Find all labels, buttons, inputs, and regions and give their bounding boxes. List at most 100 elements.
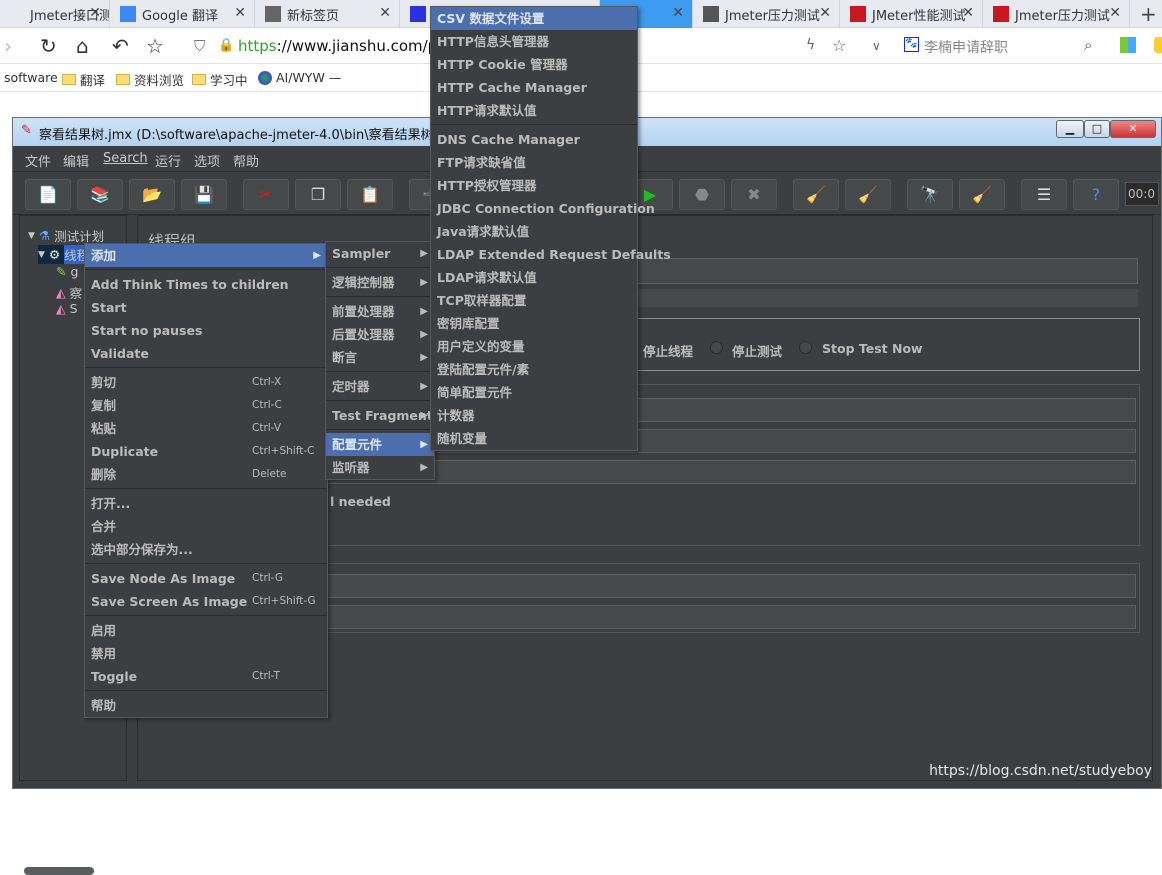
menu-item[interactable]: 合并: [85, 515, 327, 538]
tab-close-icon[interactable]: ✕: [89, 5, 101, 21]
menu-item[interactable]: HTTP授权管理器: [431, 174, 637, 197]
menu-item[interactable]: 监听器 ▶: [326, 456, 434, 479]
expand-arrow-icon[interactable]: ▼: [28, 231, 35, 241]
clear-button[interactable]: 🧹: [793, 179, 839, 210]
function-helper-button[interactable]: ☰: [1021, 179, 1067, 210]
menu-item[interactable]: 随机变量: [431, 427, 637, 450]
save-button[interactable]: 💾: [181, 179, 227, 210]
menu-item[interactable]: 选中部分保存为...: [85, 538, 327, 561]
menu-item[interactable]: 复制 Ctrl-C: [85, 394, 327, 417]
menu-item[interactable]: TCP取样器配置: [431, 289, 637, 312]
menu-item[interactable]: HTTP Cache Manager: [431, 76, 637, 99]
menu-item[interactable]: Duplicate Ctrl+Shift-C: [85, 440, 327, 463]
menu-item[interactable]: LDAP Extended Request Defaults: [431, 243, 671, 266]
bookmark-item[interactable]: 翻译: [62, 70, 105, 89]
tab-close-icon[interactable]: ✕: [379, 5, 391, 21]
lightning-icon[interactable]: ϟ: [806, 37, 815, 53]
menu-item[interactable]: 配置元件 ▶: [326, 433, 434, 456]
menu-item[interactable]: 前置处理器 ▶: [326, 300, 434, 323]
bookmark-item[interactable]: AI/WYW —: [258, 70, 341, 85]
maximize-button[interactable]: □: [1084, 120, 1110, 138]
menu-item[interactable]: 断言 ▶: [326, 346, 434, 369]
reset-search-button[interactable]: 🧹: [959, 179, 1005, 210]
favorite-icon[interactable]: ☆: [832, 36, 846, 55]
menu-item[interactable]: 密钥库配置: [431, 312, 637, 335]
shutdown-button[interactable]: ✖: [731, 179, 777, 210]
search-button[interactable]: 🔭: [907, 179, 953, 210]
tree-node[interactable]: ◭ S: [56, 301, 78, 316]
browser-tab[interactable]: Jmeter接口测试✕: [0, 0, 110, 28]
menu-2[interactable]: Search: [103, 151, 148, 166]
new-button[interactable]: 📄: [25, 179, 71, 210]
menu-item[interactable]: JDBC Connection Configuration: [431, 197, 655, 220]
browser-tab[interactable]: Jmeter压力测试 ✕: [695, 0, 840, 28]
url-input[interactable]: https://www.jianshu.com/p/4: [238, 37, 452, 55]
menu-5[interactable]: 帮助: [233, 151, 259, 170]
bookmark-item[interactable]: software: [4, 70, 58, 85]
reload-icon[interactable]: ↻: [40, 34, 57, 58]
expand-arrow-icon[interactable]: ▼: [38, 250, 45, 260]
tree-node[interactable]: ◭ 察: [56, 283, 82, 302]
menu-item[interactable]: Add Think Times to children: [85, 273, 327, 296]
browser-tab[interactable]: Google 翻译 ✕: [112, 0, 255, 28]
menu-item[interactable]: DNS Cache Manager: [431, 128, 637, 151]
menu-item[interactable]: 用户定义的变量: [431, 335, 637, 358]
menu-item[interactable]: Start no pauses: [85, 319, 327, 342]
copy-button[interactable]: ❐: [295, 179, 341, 210]
radio-stop-test-now[interactable]: [799, 341, 812, 354]
loop-count-field[interactable]: [318, 460, 1136, 484]
home-icon[interactable]: ⌂: [76, 34, 89, 58]
menu-item[interactable]: 打开...: [85, 492, 327, 515]
menu-item[interactable]: Validate: [85, 342, 327, 365]
radio-stop-test-now-label[interactable]: Stop Test Now: [822, 341, 923, 356]
menu-item[interactable]: 粘贴 Ctrl-V: [85, 417, 327, 440]
paste-button[interactable]: 📋: [347, 179, 393, 210]
menu-item[interactable]: Save Node As Image Ctrl-G: [85, 567, 327, 590]
apps-icon[interactable]: [1120, 37, 1136, 53]
tab-close-icon[interactable]: ✕: [234, 5, 246, 21]
menu-item[interactable]: HTTP Cookie 管理器: [431, 53, 637, 76]
menu-item[interactable]: 逻辑控制器 ▶: [326, 271, 434, 294]
tree-scrollbar[interactable]: [24, 867, 94, 875]
stop-button[interactable]: ⬣: [679, 179, 725, 210]
radio-stop-test-label[interactable]: 停止测试: [732, 341, 782, 360]
search-icon[interactable]: ⌕: [1084, 36, 1092, 54]
browser-tab[interactable]: Jmeter压力测试 ✕: [985, 0, 1130, 28]
menu-item[interactable]: HTTP信息头管理器: [431, 30, 637, 53]
menu-item[interactable]: 剪切 Ctrl-X: [85, 371, 327, 394]
menu-item[interactable]: 登陆配置元件/素: [431, 358, 637, 381]
close-button[interactable]: ✕: [1110, 120, 1156, 138]
search-input[interactable]: 李楠申请辞职: [924, 37, 1008, 57]
menu-item[interactable]: Start: [85, 296, 327, 319]
tab-close-icon[interactable]: ✕: [672, 5, 684, 21]
menu-item[interactable]: 帮助: [85, 694, 327, 717]
bookmark-item[interactable]: 学习中: [192, 70, 248, 89]
menu-item[interactable]: FTP请求缺省值: [431, 151, 637, 174]
menu-item[interactable]: 简单配置元件: [431, 381, 637, 404]
forward-icon[interactable]: ›: [4, 34, 12, 58]
shield-icon[interactable]: ⛉: [194, 37, 205, 55]
menu-item[interactable]: Sampler ▶: [326, 242, 434, 265]
menu-item[interactable]: 后置处理器 ▶: [326, 323, 434, 346]
radio-stop-thread-label[interactable]: 停止线程: [643, 341, 693, 360]
menu-item[interactable]: 添加 ▶: [85, 244, 327, 267]
menu-4[interactable]: 选项: [194, 151, 220, 170]
duration-field[interactable]: [318, 574, 1136, 598]
star-icon[interactable]: ☆: [146, 34, 164, 58]
undo-icon[interactable]: ↶: [112, 34, 129, 58]
menu-3[interactable]: 运行: [155, 151, 181, 170]
tab-close-icon[interactable]: ✕: [1109, 5, 1121, 21]
startup-delay-field[interactable]: [318, 605, 1136, 629]
chevron-down-icon[interactable]: ∨: [872, 39, 881, 53]
tree-node[interactable]: ✎ g: [56, 264, 78, 279]
browser-tab[interactable]: JMeter性能测试 ✕: [842, 0, 983, 28]
menu-item[interactable]: LDAP请求默认值: [431, 266, 637, 289]
menu-item[interactable]: 定时器 ▶: [326, 375, 434, 398]
new-tab-button[interactable]: +: [1140, 2, 1157, 26]
menu-item[interactable]: 启用: [85, 619, 327, 642]
menu-item[interactable]: HTTP请求默认值: [431, 99, 637, 122]
menu-item[interactable]: 删除 Delete: [85, 463, 327, 486]
radio-stop-test[interactable]: [710, 341, 723, 354]
tab-close-icon[interactable]: ✕: [962, 5, 974, 21]
menu-item[interactable]: 禁用: [85, 642, 327, 665]
